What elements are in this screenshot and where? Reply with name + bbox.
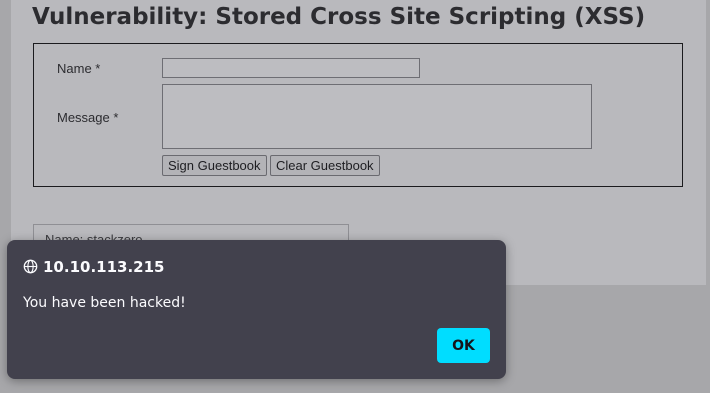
name-field[interactable] (162, 58, 420, 78)
message-label: Message * (57, 110, 119, 125)
ok-button[interactable]: OK (437, 328, 490, 363)
name-label: Name * (57, 61, 101, 76)
page-title: Vulnerability: Stored Cross Site Scripti… (32, 4, 646, 30)
alert-dialog: 10.10.113.215 You have been hacked! OK (7, 240, 506, 379)
globe-icon (23, 259, 38, 274)
alert-message: You have been hacked! (23, 295, 186, 311)
alert-origin: 10.10.113.215 (43, 258, 165, 276)
clear-guestbook-button[interactable]: Clear Guestbook (270, 155, 380, 176)
message-field[interactable] (162, 84, 592, 149)
guestbook-form: Name * Message * Sign Guestbook Clear Gu… (33, 43, 683, 187)
sign-guestbook-button[interactable]: Sign Guestbook (162, 155, 267, 176)
